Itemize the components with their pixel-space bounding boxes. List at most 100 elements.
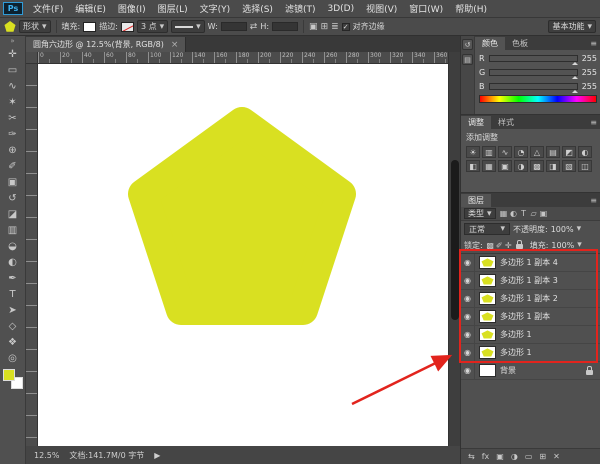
channel-slider[interactable] (489, 83, 578, 90)
menu-item[interactable]: 图层(L) (152, 2, 194, 15)
layer-name[interactable]: 多边形 1 副本 3 (500, 275, 558, 286)
tab-styles[interactable]: 样式 (491, 116, 521, 129)
menu-item[interactable]: 文字(Y) (194, 2, 237, 15)
brush-tool[interactable]: ✐ (2, 158, 24, 174)
selective-color-icon[interactable]: ◫ (578, 160, 592, 172)
pixel-filter-icon[interactable]: ▦ (499, 209, 509, 218)
layer-name[interactable]: 背景 (500, 365, 516, 376)
channel-value[interactable]: 255 (581, 68, 597, 77)
black-white-icon[interactable]: ◐ (578, 146, 592, 158)
exposure-icon[interactable]: ◔ (514, 146, 528, 158)
lock-pixels-icon[interactable]: ✐ (495, 241, 504, 250)
link-dimensions-icon[interactable]: ⇄ (250, 22, 258, 32)
tab-color[interactable]: 颜色 (475, 37, 505, 50)
shape-tool[interactable]: ◇ (2, 318, 24, 334)
invert-icon[interactable]: ◑ (514, 160, 528, 172)
layer-thumbnail[interactable] (479, 292, 496, 305)
panel-menu-icon[interactable]: ≡ (590, 196, 597, 205)
status-arrow-icon[interactable]: ▶ (154, 451, 160, 460)
toolbar-collapse-icon[interactable]: » (10, 37, 14, 46)
canvas[interactable] (38, 64, 448, 446)
lock-transparency-icon[interactable]: ▩ (486, 241, 495, 250)
lock-position-icon[interactable]: ✛ (504, 241, 513, 250)
layer-name[interactable]: 多边形 1 (500, 347, 532, 358)
posterize-icon[interactable]: ▩ (530, 160, 544, 172)
menu-item[interactable]: 图像(I) (112, 2, 152, 15)
arrange-shapes-icon[interactable]: ≣ (331, 22, 339, 32)
history-brush-tool[interactable]: ↺ (2, 190, 24, 206)
menu-item[interactable]: 帮助(H) (449, 2, 493, 15)
channel-slider[interactable] (489, 55, 578, 62)
curves-icon[interactable]: ∿ (498, 146, 512, 158)
tab-swatches[interactable]: 色板 (505, 37, 535, 50)
channel-value[interactable]: 255 (581, 54, 597, 63)
panel-menu-icon[interactable]: ≡ (590, 118, 597, 127)
layer-name[interactable]: 多边形 1 副本 (500, 311, 550, 322)
layer-row[interactable]: ◉ 多边形 1 副本 (461, 308, 600, 326)
channel-slider[interactable] (489, 69, 578, 76)
blur-tool[interactable]: ◒ (2, 238, 24, 254)
lock-all-icon[interactable] (516, 244, 523, 249)
color-balance-icon[interactable]: ◩ (562, 146, 576, 158)
stroke-style-dropdown[interactable]: ▾ (171, 20, 205, 33)
tab-layers[interactable]: 图层 (461, 194, 491, 207)
align-edges-checkbox[interactable]: ✓ (342, 23, 350, 31)
workspace-switcher[interactable]: 基本功能 ▾ (548, 20, 596, 33)
color-spectrum-bar[interactable] (479, 95, 597, 103)
fill-swatch[interactable] (83, 22, 96, 32)
new-layer-icon[interactable]: ⊞ (539, 452, 546, 461)
layer-mask-icon[interactable]: ▣ (496, 452, 504, 461)
layer-thumbnail[interactable] (479, 274, 496, 287)
vibrance-icon[interactable]: △ (530, 146, 544, 158)
layer-thumbnail[interactable] (479, 346, 496, 359)
menu-item[interactable]: 编辑(E) (69, 2, 112, 15)
tool-mode-dropdown[interactable]: 形状 ▾ (19, 20, 51, 33)
layer-name[interactable]: 多边形 1 副本 2 (500, 293, 558, 304)
layer-thumbnail[interactable] (479, 328, 496, 341)
stroke-width-field[interactable]: 3 点 ▾ (137, 20, 168, 33)
foreground-color-swatch[interactable] (3, 369, 15, 381)
menu-item[interactable]: 文件(F) (27, 2, 69, 15)
adjustment-layer-icon[interactable]: ◑ (511, 452, 518, 461)
opacity-value[interactable]: 100% (551, 225, 574, 234)
tab-adjustments[interactable]: 调整 (461, 116, 491, 129)
magic-wand-tool[interactable]: ✶ (2, 94, 24, 110)
align-shapes-icon[interactable]: ⊞ (321, 22, 329, 32)
panel-menu-icon[interactable]: ≡ (590, 39, 597, 48)
type-tool[interactable]: T (2, 286, 24, 302)
visibility-eye-icon[interactable]: ◉ (461, 254, 475, 272)
layer-row[interactable]: ◉ 多边形 1 副本 4 (461, 254, 600, 272)
eraser-tool[interactable]: ◪ (2, 206, 24, 222)
visibility-eye-icon[interactable]: ◉ (461, 326, 475, 344)
combine-shapes-icon[interactable]: ▣ (309, 22, 318, 32)
levels-icon[interactable]: ▥ (482, 146, 496, 158)
history-panel-icon[interactable]: ↺ (462, 39, 473, 50)
eyedropper-tool[interactable]: ✑ (2, 126, 24, 142)
menu-item[interactable]: 3D(D) (321, 4, 360, 14)
smart-object-filter-icon[interactable]: ▣ (539, 209, 549, 218)
brightness-contrast-icon[interactable]: ☀ (466, 146, 480, 158)
layer-group-icon[interactable]: ▭ (525, 452, 533, 461)
clone-stamp-tool[interactable]: ▣ (2, 174, 24, 190)
menu-item[interactable]: 视图(V) (360, 2, 403, 15)
pen-tool[interactable]: ✒ (2, 270, 24, 286)
visibility-eye-icon[interactable]: ◉ (461, 308, 475, 326)
height-input[interactable] (272, 22, 298, 31)
adjustment-filter-icon[interactable]: ◐ (509, 209, 519, 218)
layer-row[interactable]: ◉ 多边形 1 (461, 344, 600, 362)
gradient-tool[interactable]: ▥ (2, 222, 24, 238)
delete-layer-icon[interactable]: ✕ (553, 452, 560, 461)
channel-mixer-icon[interactable]: ▦ (482, 160, 496, 172)
background-layer-row[interactable]: ◉ 背景 (461, 362, 600, 380)
photo-filter-icon[interactable]: ◧ (466, 160, 480, 172)
healing-brush-tool[interactable]: ⊕ (2, 142, 24, 158)
visibility-eye-icon[interactable]: ◉ (461, 290, 475, 308)
layer-name[interactable]: 多边形 1 (500, 329, 532, 340)
dodge-tool[interactable]: ◐ (2, 254, 24, 270)
width-input[interactable] (221, 22, 247, 31)
layer-thumbnail[interactable] (479, 310, 496, 323)
properties-panel-icon[interactable]: ▤ (462, 54, 473, 65)
color-lookup-icon[interactable]: ▣ (498, 160, 512, 172)
layer-row[interactable]: ◉ 多边形 1 (461, 326, 600, 344)
menu-item[interactable]: 窗口(W) (403, 2, 449, 15)
